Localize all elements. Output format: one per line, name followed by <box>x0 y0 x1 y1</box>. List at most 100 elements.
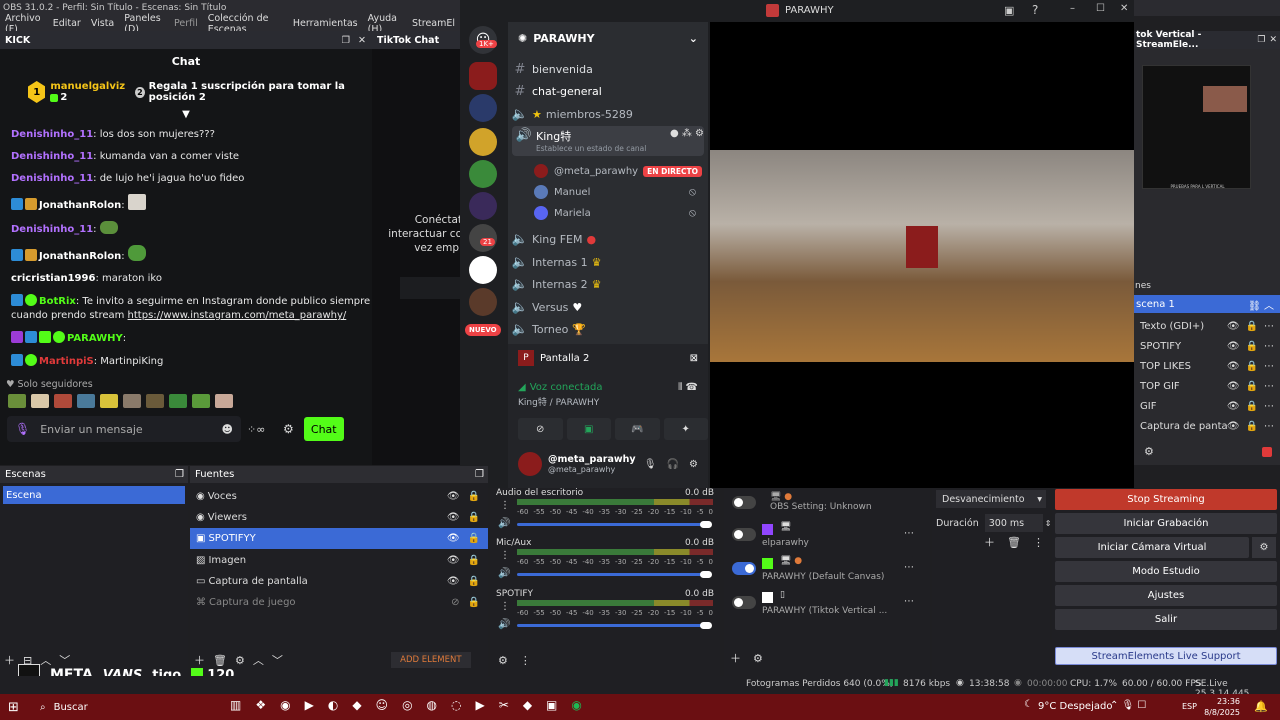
more-icon[interactable]: ⋯ <box>1264 401 1274 412</box>
channel-bienvenida[interactable]: # bienvenida <box>508 59 708 79</box>
source-item[interactable]: ▨ Imagen 👁 🔒 <box>190 550 488 571</box>
lock-icon[interactable]: 🔒 <box>468 491 480 502</box>
more-icon[interactable]: ⋯ <box>904 596 914 607</box>
more-icon[interactable]: ⋮ <box>520 654 531 667</box>
speaker-icon[interactable]: 🔊 <box>498 619 510 630</box>
lock-icon[interactable]: 🔒 <box>468 555 480 566</box>
transition-select[interactable]: Desvanecimiento ▾ <box>936 490 1046 508</box>
virtual-camera-settings-icon[interactable]: ⚙ <box>1252 537 1276 558</box>
instagram-link[interactable]: https://www.instagram.com/meta_parawhy/ <box>128 310 347 321</box>
more-icon[interactable]: ⋮ <box>500 601 510 612</box>
eye-hidden-icon[interactable]: ⊘ <box>451 597 459 608</box>
brave-icon[interactable]: ◆ <box>352 698 361 712</box>
chrome-icon[interactable]: ◉ <box>280 698 290 712</box>
settings-button[interactable]: Ajustes <box>1055 585 1277 606</box>
channel-internas-2[interactable]: 🔈 Internas 2 ♛ <box>508 274 708 294</box>
vertical-source-item[interactable]: Captura de pantal 👁 🔒 ⋯ <box>1134 416 1280 437</box>
obs-icon[interactable]: ◎ <box>402 698 412 712</box>
pinned-user[interactable]: manuelgalviz <box>50 81 125 92</box>
tray-icons[interactable]: ⌃ 🎙 ☐ <box>1110 700 1146 711</box>
emote-icon[interactable] <box>169 394 187 408</box>
server-icon[interactable] <box>469 192 497 220</box>
spinner-icon[interactable]: ⇕ <box>1045 519 1052 528</box>
chat-icon[interactable]: ● ⁂ ⚙ <box>670 128 704 139</box>
emote-icon[interactable] <box>146 394 164 408</box>
add-element-button[interactable]: ADD ELEMENT <box>390 652 471 668</box>
vertical-source-item[interactable]: GIF 👁 🔒 ⋯ <box>1134 396 1280 417</box>
server-icon[interactable] <box>469 94 497 122</box>
scene-item[interactable]: Escena <box>3 486 185 504</box>
microphone-icon[interactable]: 🎙 <box>15 422 30 436</box>
activity-button[interactable]: 🎮 <box>615 418 660 440</box>
menu-editar[interactable]: Editar <box>53 18 81 29</box>
start-recording-button[interactable]: Iniciar Grabación <box>1055 513 1277 534</box>
add-icon[interactable]: ＋ <box>730 650 741 666</box>
eye-icon[interactable]: 👁 <box>1227 381 1240 392</box>
notification-icon[interactable]: 🔔 <box>1254 700 1268 713</box>
inbox-icon[interactable]: ▣ <box>1004 4 1014 17</box>
more-icon[interactable]: ⋯ <box>904 528 914 539</box>
help-icon[interactable]: ? <box>1032 3 1038 17</box>
duration-input[interactable]: 300 ms <box>984 514 1043 532</box>
lock-icon[interactable]: 🔒 <box>1246 381 1258 392</box>
source-item[interactable]: ◉ Voces 👁 🔒 <box>190 486 488 507</box>
github-icon[interactable]: ◐ <box>328 698 338 712</box>
emote-icon[interactable] <box>215 394 233 408</box>
source-item-selected[interactable]: ▣ SPOTIFYY 👁 🔒 <box>190 528 488 549</box>
volume-slider[interactable] <box>517 523 703 526</box>
discord-icon[interactable]: ☺ <box>376 698 389 712</box>
toggle[interactable] <box>732 495 756 509</box>
eye-icon[interactable]: 👁 <box>1227 321 1240 332</box>
vertical-source-item[interactable]: TOP GIF 👁 🔒 ⋯ <box>1134 376 1280 397</box>
source-item[interactable]: ◉ Viewers 👁 🔒 <box>190 507 488 528</box>
gear-icon[interactable]: ⚙ <box>689 459 698 470</box>
more-icon[interactable]: ⋯ <box>1264 381 1274 392</box>
lock-icon[interactable]: 🔒 <box>468 512 480 523</box>
server-parawhy-icon[interactable] <box>469 62 497 90</box>
source-item[interactable]: ▭ Captura de pantalla 👁 🔒 <box>190 571 488 592</box>
gear-icon[interactable]: ⚙ <box>753 652 763 665</box>
streamelements-support-button[interactable]: StreamElements Live Support <box>1055 647 1277 665</box>
exit-button[interactable]: Salir <box>1055 609 1277 630</box>
channel-king-fem[interactable]: 🔈 King FEM ● <box>508 229 708 249</box>
volume-knob[interactable] <box>700 571 712 578</box>
menu-perfil[interactable]: Perfil <box>174 18 198 29</box>
server-icon[interactable] <box>469 160 497 188</box>
clock[interactable]: 23:36 8/8/2025 <box>1204 696 1240 718</box>
target-toggle[interactable] <box>732 596 756 609</box>
undock-icon[interactable]: ❐ <box>175 469 184 480</box>
collapse-chevron-icon[interactable]: ▼ <box>0 109 372 120</box>
steam-icon[interactable]: ◌ <box>451 698 461 712</box>
stream-video-pane[interactable] <box>710 22 1134 488</box>
settings-icon[interactable]: ⚙ <box>283 422 294 436</box>
volume-slider[interactable] <box>517 624 703 627</box>
popout-icon[interactable]: ⊠ <box>690 353 698 364</box>
emoji-icon[interactable]: ☻ <box>222 423 233 436</box>
eye-icon[interactable]: 👁 <box>447 555 460 566</box>
link-icon[interactable]: ⛓ ︿ <box>1248 297 1274 312</box>
lock-icon[interactable]: 🔒 <box>1246 401 1258 412</box>
emote-icon[interactable] <box>192 394 210 408</box>
language[interactable]: ESP <box>1182 702 1197 711</box>
app-icon[interactable]: ▣ <box>546 698 557 712</box>
avatar[interactable] <box>518 452 542 476</box>
more-icon[interactable]: ⋮ <box>1033 536 1044 549</box>
add-icon[interactable]: ＋ <box>4 652 15 668</box>
maximize-icon[interactable]: ☐ <box>1096 3 1105 14</box>
undock-icon[interactable]: ❐ <box>342 35 351 46</box>
source-item[interactable]: ⌘ Captura de juego ⊘ 🔒 <box>190 592 488 613</box>
app-icon[interactable]: ▶ <box>305 698 314 712</box>
more-icon[interactable]: ⋮ <box>500 500 510 511</box>
more-icon[interactable]: ⋮ <box>500 550 510 561</box>
vertical-source-item[interactable]: Texto (GDI+) 👁 🔒 ⋯ <box>1134 316 1280 337</box>
vscode-icon[interactable]: ▶ <box>476 698 485 712</box>
record-indicator-icon[interactable] <box>1262 447 1272 457</box>
server-icon[interactable] <box>469 256 497 284</box>
remove-icon[interactable]: 🗑 <box>1007 536 1021 549</box>
start-virtual-camera-button[interactable]: Iniciar Cámara Virtual <box>1055 537 1249 558</box>
close-icon[interactable]: ✕ <box>1269 35 1277 45</box>
target-toggle[interactable] <box>732 562 756 575</box>
soundboard-button[interactable]: ✦ <box>663 418 708 440</box>
member-mariela[interactable]: Mariela ⦸ <box>508 203 708 223</box>
more-icon[interactable]: ⋯ <box>1264 321 1274 332</box>
